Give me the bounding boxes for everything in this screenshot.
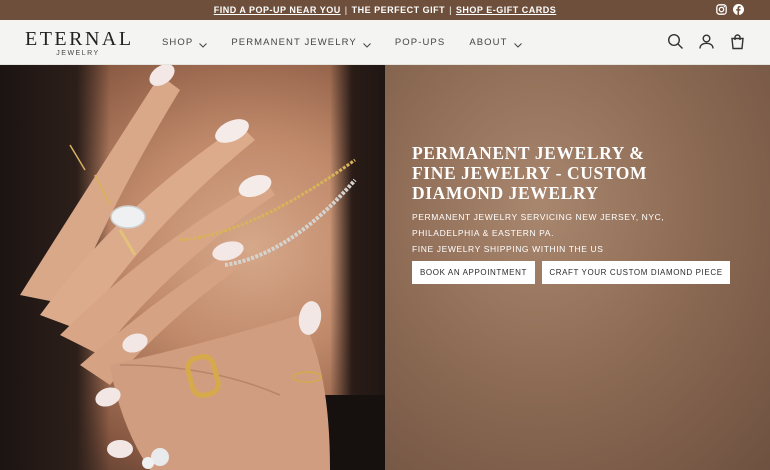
separator: | <box>449 5 452 15</box>
announcement-bar: FIND A POP-UP NEAR YOU | THE PERFECT GIF… <box>0 0 770 20</box>
chevron-down-icon <box>199 40 208 48</box>
hero-subtext-line: PHILADELPHIA & EASTERN PA. <box>412 228 555 238</box>
account-icon[interactable] <box>698 33 715 50</box>
nav-item-label: SHOP <box>162 37 194 48</box>
book-appointment-button[interactable]: BOOK AN APPOINTMENT <box>412 261 535 284</box>
hero-headline: PERMANENT JEWELRY & FINE JEWELRY - CUSTO… <box>412 143 648 203</box>
nav-item-permanent-jewelry[interactable]: PERMANENT JEWELRY <box>231 37 371 48</box>
main-nav: SHOP PERMANENT JEWELRY POP-UPS ABOUT <box>162 20 546 65</box>
cart-icon[interactable] <box>729 33 746 50</box>
hero-photo-illustration <box>20 65 357 470</box>
header-icons <box>667 33 746 50</box>
social-links <box>716 4 744 15</box>
chevron-down-icon <box>513 40 522 48</box>
chevron-down-icon <box>362 40 371 48</box>
search-icon[interactable] <box>667 33 684 50</box>
hero-photo <box>0 65 385 470</box>
facebook-icon[interactable] <box>733 4 744 15</box>
hero-subtext-line: PERMANENT JEWELRY SERVICING NEW JERSEY, … <box>412 212 665 222</box>
nav-item-pop-ups[interactable]: POP-UPS <box>395 37 445 48</box>
find-popup-link[interactable]: FIND A POP-UP NEAR YOU <box>214 5 341 15</box>
instagram-icon[interactable] <box>716 4 727 15</box>
site-logo[interactable]: ETERNAL JEWELRY <box>25 29 131 58</box>
shop-egift-link[interactable]: SHOP E-GIFT CARDS <box>456 5 556 15</box>
separator: | <box>344 5 348 15</box>
nav-item-label: PERMANENT JEWELRY <box>231 37 357 48</box>
nav-item-shop[interactable]: SHOP <box>162 37 208 48</box>
nav-item-label: POP-UPS <box>394 37 446 48</box>
hero-subtext: PERMANENT JEWELRY SERVICING NEW JERSEY, … <box>412 209 742 257</box>
craft-custom-piece-button[interactable]: CRAFT YOUR CUSTOM DIAMOND PIECE <box>542 261 730 284</box>
hero-subtext-line: FINE JEWELRY SHIPPING WITHIN THE US <box>412 244 604 254</box>
nav-item-label: ABOUT <box>469 37 508 48</box>
logo-wordmark: ETERNAL <box>25 28 134 50</box>
logo-subtitle: JEWELRY <box>56 50 100 57</box>
nav-item-about[interactable]: ABOUT <box>469 37 522 48</box>
site-header: ETERNAL JEWELRY SHOP PERMANENT JEWELRY P… <box>0 20 770 65</box>
perfect-gift-text: THE PERFECT GIFT <box>351 5 446 15</box>
